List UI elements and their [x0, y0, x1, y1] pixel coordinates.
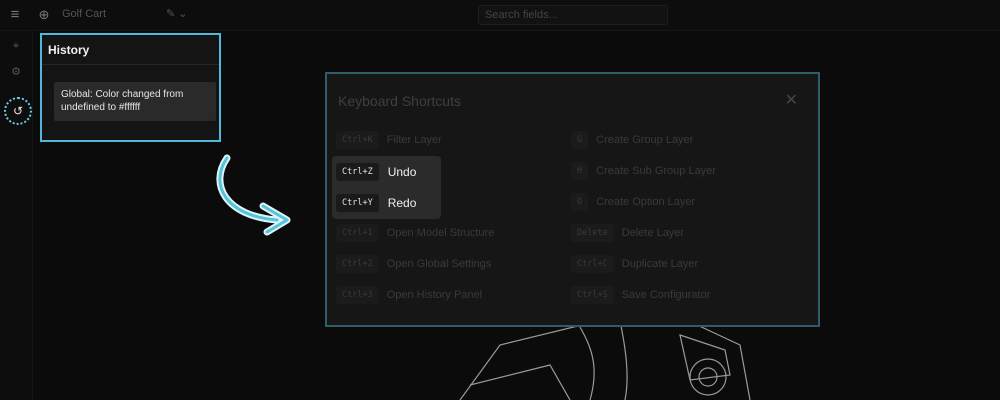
structure-icon[interactable]: ⌖	[6, 36, 26, 56]
shortcut-key: Ctrl+Y	[336, 194, 379, 212]
shortcut-row: Delete Delete Layer	[571, 220, 684, 246]
shortcut-label: Redo	[387, 196, 417, 210]
shortcut-row-redo: Ctrl+Y Redo	[336, 190, 416, 216]
shortcut-label: Delete Layer	[621, 227, 685, 239]
shortcut-key: G	[571, 131, 589, 149]
shortcut-row-undo: Ctrl+Z Undo	[336, 159, 416, 185]
shortcut-row: G Create Group Layer	[571, 127, 693, 153]
shortcut-row: Ctrl+1 Open Model Structure	[336, 220, 494, 246]
close-icon[interactable]: ✕	[785, 90, 798, 110]
shortcut-row: H Create Sub Group Layer	[571, 158, 716, 184]
shortcut-key: Ctrl+Z	[336, 163, 379, 181]
shortcut-key: H	[571, 162, 589, 180]
top-bar: ≡ ⊕ Golf Cart ✎ ⌄	[0, 0, 1000, 31]
shortcut-key: Ctrl+K	[336, 131, 379, 149]
shortcut-row: Ctrl+S Save Configurator	[571, 282, 710, 308]
shortcut-label: Create Option Layer	[596, 196, 696, 208]
modal-title: Keyboard Shortcuts	[338, 93, 461, 109]
shortcut-label: Open Model Structure	[386, 227, 495, 239]
shortcut-label: Open History Panel	[386, 289, 483, 301]
shortcut-key: Ctrl+1	[336, 224, 379, 242]
edit-icon[interactable]: ✎ ⌄	[166, 7, 188, 20]
shortcut-row: Ctrl+K Filter Layer	[336, 127, 442, 153]
shortcut-label: Save Configurator	[621, 289, 711, 301]
shortcut-label: Create Group Layer	[596, 134, 694, 146]
shortcut-key: Ctrl+C	[571, 255, 614, 273]
add-icon[interactable]: ⊕	[34, 5, 54, 25]
curved-arrow-icon	[216, 154, 291, 236]
shortcut-key: Ctrl+3	[336, 286, 379, 304]
sidebar: ⌖ ⚙ ↺	[0, 31, 33, 400]
history-panel: History Global: Color changed from undef…	[40, 33, 221, 142]
shortcut-row: Ctrl+3 Open History Panel	[336, 282, 482, 308]
shortcut-key: Delete	[571, 224, 614, 242]
settings-icon[interactable]: ⚙	[6, 62, 26, 82]
shortcut-row: O Create Option Layer	[571, 189, 695, 215]
menu-icon[interactable]: ≡	[5, 5, 25, 25]
history-entry[interactable]: Global: Color changed from undefined to …	[54, 82, 216, 121]
shortcut-label: Filter Layer	[386, 134, 442, 146]
search-input[interactable]	[478, 5, 668, 25]
shortcut-label: Duplicate Layer	[621, 258, 699, 270]
shortcut-row: Ctrl+2 Open Global Settings	[336, 251, 491, 277]
project-name: Golf Cart	[62, 8, 107, 20]
history-icon[interactable]: ↺	[4, 97, 32, 125]
history-title: History	[48, 43, 90, 57]
divider	[42, 64, 219, 65]
shortcut-label: Undo	[387, 165, 417, 179]
shortcut-label: Create Sub Group Layer	[596, 165, 716, 177]
shortcut-key: Ctrl+S	[571, 286, 614, 304]
shortcut-key: Ctrl+2	[336, 255, 379, 273]
shortcut-row: Ctrl+C Duplicate Layer	[571, 251, 698, 277]
shortcut-label: Open Global Settings	[386, 258, 492, 270]
shortcut-key: O	[571, 193, 589, 211]
